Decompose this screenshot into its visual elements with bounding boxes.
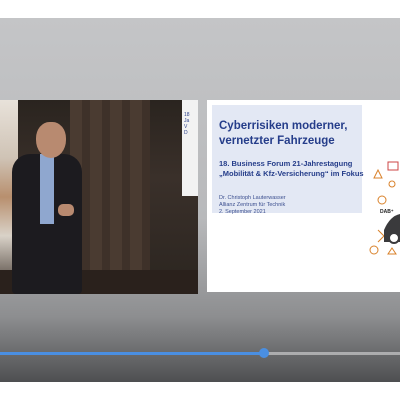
slide-subtitle: 18. Business Forum 21-Jahrestagung „Mobi… [219,159,364,178]
page-bottom-area [0,382,400,400]
car-wheel-icon [388,232,400,244]
slide-title: Cyberrisiken moderner, vernetzter Fahrze… [219,120,348,147]
speaker-head [36,122,66,158]
connected-car-graphic: DAB⁺ [369,161,400,255]
slide-date: 2. September 2021 [219,209,266,215]
slide-author: Dr. Christoph Lauterwasser [219,195,286,201]
network-device-icon [387,161,399,171]
slide-organization: Allianz Zentrum für Technik [219,202,286,208]
background-projection-screen: 18 Ja V D [182,100,198,196]
speaker-shirt [40,154,54,224]
presentation-slide: Cyberrisiken moderner, vernetzter Fahrze… [207,100,400,292]
speaker-video-feed: 18 Ja V D [0,100,198,294]
speaker-hand [58,204,74,216]
slide-author-block: Dr. Christoph Lauterwasser Allianz Zentr… [219,195,364,216]
speaker-person [8,120,88,294]
dab-label: DAB⁺ [380,209,394,215]
progress-fill [0,352,264,355]
progress-scrubber-handle[interactable] [259,348,269,358]
background-screen-text: 18 Ja V D [184,112,190,136]
video-player[interactable]: 18 Ja V D Cyberrisiken moderner, vernetz… [0,18,400,382]
